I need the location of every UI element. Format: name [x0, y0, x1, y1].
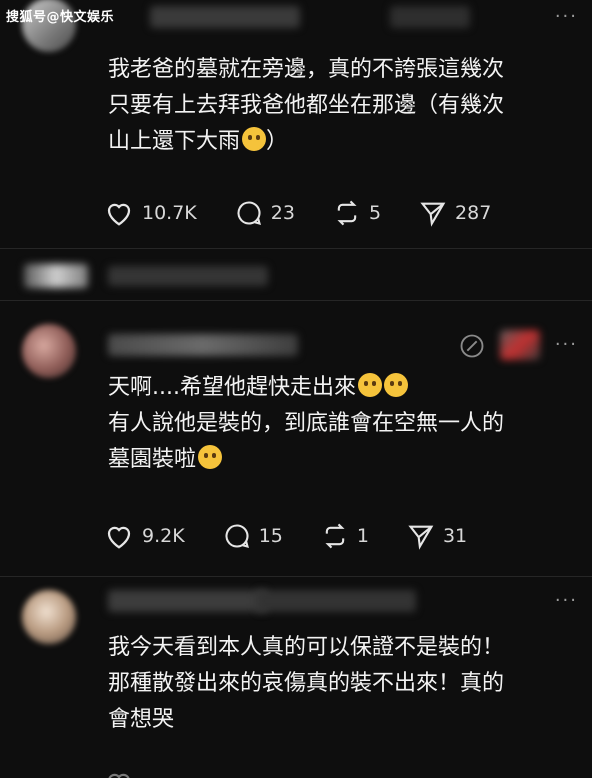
pleading-face-emoji-icon [383, 373, 408, 397]
share-icon [420, 202, 446, 227]
collapsed-row [0, 250, 592, 300]
comment-3: ··· 我今天看到本人真的可以保證不是裝的！ 那種散發出來的哀傷真的裝不出來！真… [0, 576, 592, 778]
reply-icon [237, 201, 261, 225]
comment-line: 有人說他是裝的，到底誰會在空無一人的 [108, 411, 505, 436]
share-count: 287 [455, 202, 492, 224]
comment-line: 墓園裝啦 [108, 447, 197, 472]
comment-1: ··· 我老爸的墓就在旁邊，真的不誇張這幾次 只要有上去拜我爸他都坐在那邊（有幾… [0, 0, 592, 250]
like-button[interactable]: 9.2K [104, 522, 185, 550]
comment-2: ··· 天啊....希望他趕快走出來 有人說他是裝的，到底誰會在空無一人的 墓園… [0, 300, 592, 578]
comment-line: 我今天看到本人真的可以保證不是裝的！ [108, 635, 505, 660]
pensive-emoji-icon [242, 127, 267, 151]
comment-text: 我老爸的墓就在旁邊，真的不誇張這幾次 只要有上去拜我爸他都坐在那邊（有幾次 山上… [108, 52, 588, 160]
share-count: 31 [442, 525, 468, 547]
action-bar: 9.2K 15 1 31 [104, 521, 505, 551]
pleading-face-emoji-icon [357, 373, 382, 397]
comment-line: 只要有上去拜我爸他都坐在那邊（有幾次 [108, 93, 505, 118]
like-count: 10.7K [142, 202, 197, 224]
action-bar-partial [104, 768, 134, 778]
avatar[interactable] [22, 324, 76, 378]
meta-blurred [256, 590, 416, 612]
comment-text: 我今天看到本人真的可以保證不是裝的！ 那種散發出來的哀傷真的裝不出來！真的 會想… [108, 630, 588, 738]
repost-button[interactable]: 5 [333, 199, 381, 227]
comment-line-3: 山上還下大雨 ） [108, 124, 588, 160]
action-bar: 10.7K 23 5 287 [104, 198, 529, 228]
heart-icon [107, 526, 131, 549]
blurred-content [24, 264, 88, 288]
repost-icon [325, 523, 345, 549]
like-button[interactable]: 10.7K [104, 199, 197, 227]
neutral-face-emoji-icon [198, 445, 223, 469]
comment-line-1: 天啊....希望他趕快走出來 [108, 370, 588, 406]
edit-icon[interactable] [458, 332, 486, 360]
share-icon [408, 525, 434, 550]
username-blurred[interactable] [150, 6, 300, 28]
badge-blurred [500, 330, 540, 360]
comment-line-suffix: ） [266, 129, 289, 154]
heart-icon[interactable] [104, 769, 134, 778]
reply-icon [225, 524, 249, 548]
more-icon[interactable]: ··· [555, 590, 578, 611]
reply-count: 23 [270, 202, 295, 224]
like-count: 9.2K [142, 525, 185, 547]
repost-button[interactable]: 1 [321, 522, 369, 550]
reply-button[interactable]: 23 [235, 199, 295, 227]
comment-line: 我老爸的墓就在旁邊，真的不誇張這幾次 [108, 57, 505, 82]
blurred-content [108, 266, 268, 286]
avatar[interactable] [22, 590, 76, 644]
comment-text: 天啊....希望他趕快走出來 有人說他是裝的，到底誰會在空無一人的 墓園裝啦 [108, 370, 588, 478]
repost-icon [337, 200, 357, 226]
divider [0, 248, 592, 249]
more-icon[interactable]: ··· [555, 6, 578, 27]
meta-blurred [390, 6, 470, 28]
repost-count: 5 [368, 202, 382, 224]
heart-icon [107, 203, 131, 226]
comment-line: 那種散發出來的哀傷真的裝不出來！真的 [108, 671, 505, 696]
comment-line: 會想哭 [108, 707, 175, 732]
reply-button[interactable]: 15 [223, 522, 283, 550]
comment-line: 天啊....希望他趕快走出來 [108, 375, 356, 400]
comment-line: 山上還下大雨 [108, 129, 241, 154]
share-button[interactable]: 287 [419, 199, 491, 227]
watermark: 搜狐号@快文娱乐 [6, 10, 115, 25]
username-blurred[interactable] [108, 334, 298, 356]
comment-line-3: 墓園裝啦 [108, 442, 588, 478]
repost-count: 1 [356, 525, 369, 547]
share-button[interactable]: 31 [407, 522, 467, 550]
more-icon[interactable]: ··· [555, 334, 578, 355]
reply-count: 15 [258, 525, 283, 547]
username-blurred[interactable] [108, 590, 268, 612]
